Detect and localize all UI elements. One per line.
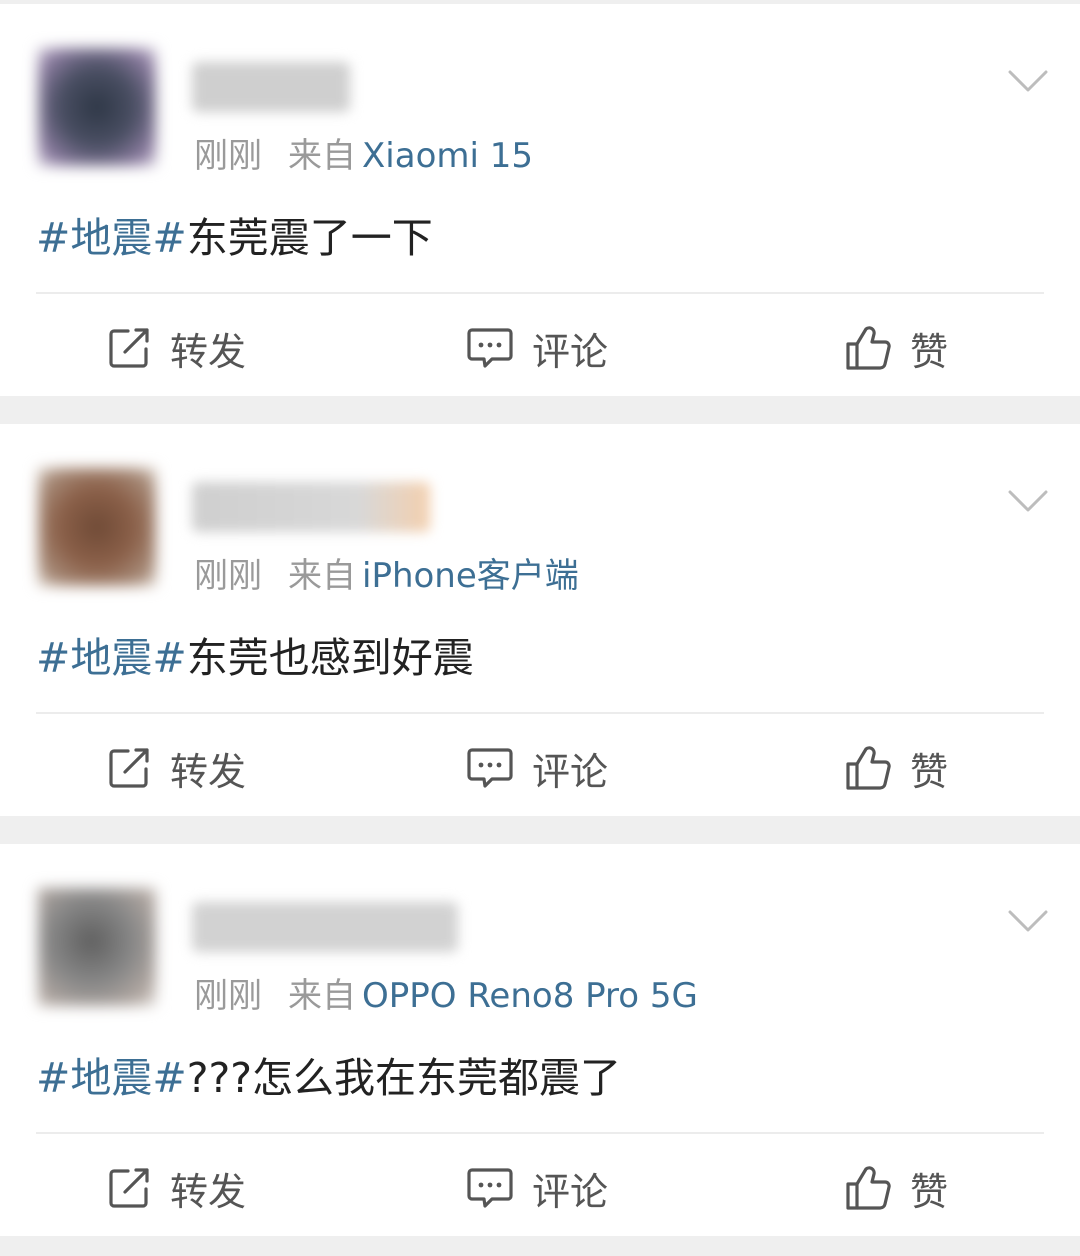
post-body: ???怎么我在东莞都震了	[186, 1054, 622, 1102]
comment-button[interactable]: 评论	[466, 316, 608, 380]
source-label: 来自	[288, 976, 356, 1016]
weibo-feed: 刚刚 来自 Xiaomi 15 #地震#东莞震了一下 转发 评论 赞 刚刚 来自…	[0, 0, 1080, 1256]
post-time: 刚刚	[194, 136, 262, 176]
repost-button[interactable]: 转发	[106, 736, 246, 800]
repost-label: 转发	[170, 1169, 247, 1214]
post-content: #地震#东莞也感到好震	[36, 628, 474, 688]
topic-tag[interactable]: #地震#	[36, 214, 187, 262]
chevron-down-icon[interactable]	[1006, 64, 1050, 98]
avatar[interactable]	[38, 468, 156, 586]
avatar[interactable]	[38, 888, 156, 1006]
thumbs-up-icon	[846, 746, 891, 790]
divider	[36, 1132, 1044, 1134]
speech-bubble-icon	[467, 328, 513, 368]
topic-tag[interactable]: #地震#	[36, 634, 187, 682]
repost-label: 转发	[170, 749, 247, 794]
comment-button[interactable]: 评论	[466, 736, 608, 800]
post-meta: 刚刚 来自 Xiaomi 15	[194, 132, 533, 180]
divider	[36, 292, 1044, 294]
post-meta: 刚刚 来自 iPhone客户端	[194, 552, 579, 600]
username-blurred[interactable]	[192, 62, 350, 112]
thumbs-up-icon	[846, 326, 891, 370]
like-button[interactable]: 赞	[844, 316, 948, 380]
post-content: #地震#东莞震了一下	[36, 208, 433, 268]
like-button[interactable]: 赞	[844, 736, 948, 800]
comment-button[interactable]: 评论	[466, 1156, 608, 1220]
post-card: 刚刚 来自 Xiaomi 15 #地震#东莞震了一下 转发 评论 赞	[0, 4, 1080, 396]
post-meta: 刚刚 来自 OPPO Reno8 Pro 5G	[194, 972, 698, 1020]
thumbs-up-icon	[846, 1166, 891, 1210]
like-label: 赞	[910, 1169, 949, 1214]
like-label: 赞	[910, 329, 949, 374]
topic-tag[interactable]: #地震#	[36, 1054, 187, 1102]
source-device[interactable]: iPhone客户端	[362, 556, 579, 596]
post-body: 东莞也感到好震	[186, 634, 474, 682]
like-button[interactable]: 赞	[844, 1156, 948, 1220]
post-time: 刚刚	[194, 976, 262, 1016]
speech-bubble-icon	[467, 1168, 513, 1208]
comment-label: 评论	[532, 329, 609, 374]
comment-label: 评论	[532, 749, 609, 794]
chevron-down-icon[interactable]	[1006, 484, 1050, 518]
post-content: #地震#???怎么我在东莞都震了	[36, 1048, 621, 1108]
like-label: 赞	[910, 749, 949, 794]
source-label: 来自	[288, 556, 356, 596]
speech-bubble-icon	[467, 748, 513, 788]
source-device[interactable]: Xiaomi 15	[362, 136, 533, 176]
share-square-arrow-icon	[109, 1168, 149, 1208]
post-card: 刚刚 来自 iPhone客户端 #地震#东莞也感到好震 转发 评论 赞	[0, 424, 1080, 816]
source-device[interactable]: OPPO Reno8 Pro 5G	[362, 976, 698, 1016]
repost-label: 转发	[170, 329, 247, 374]
source-label: 来自	[288, 136, 356, 176]
repost-button[interactable]: 转发	[106, 316, 246, 380]
username-blurred[interactable]	[192, 902, 458, 952]
comment-label: 评论	[532, 1169, 609, 1214]
username-blurred[interactable]	[192, 482, 430, 532]
chevron-down-icon[interactable]	[1006, 904, 1050, 938]
repost-button[interactable]: 转发	[106, 1156, 246, 1220]
divider	[36, 712, 1044, 714]
post-card: 刚刚 来自 OPPO Reno8 Pro 5G #地震#???怎么我在东莞都震了 转…	[0, 844, 1080, 1236]
share-square-arrow-icon	[109, 328, 149, 368]
post-body: 东莞震了一下	[186, 214, 433, 262]
share-square-arrow-icon	[109, 748, 149, 788]
avatar[interactable]	[38, 48, 156, 166]
post-time: 刚刚	[194, 556, 262, 596]
